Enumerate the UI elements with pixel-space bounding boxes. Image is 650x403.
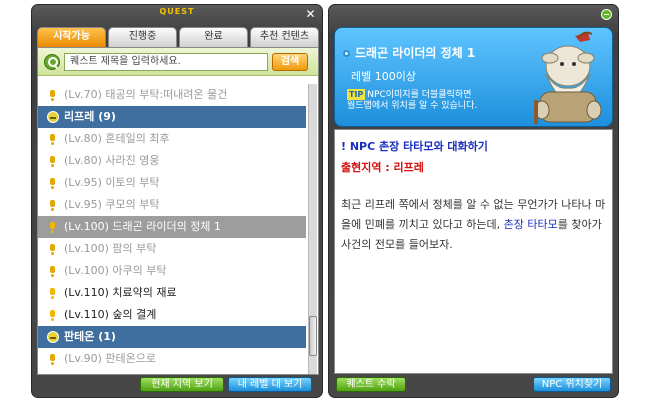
tip-badge: TIP <box>347 89 366 100</box>
quest-alert-icon <box>50 200 55 211</box>
level-requirement: 레벨 100이상 <box>351 70 416 83</box>
list-item[interactable]: (Lv.70) 태공의 부탁:떠내려온 물건 <box>38 84 306 106</box>
list-item[interactable]: (Lv.80) 혼테일의 최후 <box>38 128 306 150</box>
area-header[interactable]: 리프레 (9) <box>38 106 306 128</box>
list-item[interactable]: (Lv.110) 치료약의 재료 <box>38 282 306 304</box>
tab-in-progress[interactable]: 진행중 <box>108 27 177 47</box>
list-item[interactable]: (Lv.110) 숲의 결계 <box>38 304 306 326</box>
list-item[interactable]: (Lv.95) 이토의 부탁 <box>38 172 306 194</box>
my-level-button[interactable]: 내 레벨 대 보기 <box>228 377 312 392</box>
list-item[interactable]: (Lv.95) 쿠모의 부탁 <box>38 194 306 216</box>
quest-alert-icon <box>50 222 55 233</box>
quest-alert-icon <box>50 178 55 189</box>
list-item[interactable]: (Lv.80) 사라진 영웅 <box>38 150 306 172</box>
collapse-icon[interactable] <box>47 111 59 123</box>
search-bar: 퀘스트 제목을 입력하세요. 검색 <box>38 48 318 76</box>
region-info: 출현지역 : 리프레 <box>341 161 424 174</box>
list-item-selected[interactable]: (Lv.100) 드래곤 라이더의 정체 1 <box>38 216 306 238</box>
current-area-button[interactable]: 현재 지역 보기 <box>140 377 224 392</box>
tab-available[interactable]: 시작가능 <box>37 27 106 47</box>
list-item[interactable]: (Lv.100) 아쿠의 부탁 <box>38 260 306 282</box>
quest-detail-content: ! NPC 촌장 타타모와 대화하기 출현지역 : 리프레 최근 리프레 쪽에서… <box>334 129 613 374</box>
scrollbar[interactable] <box>308 84 317 374</box>
minimize-icon[interactable] <box>601 9 612 20</box>
accept-quest-button[interactable]: 퀘스트 수락 <box>336 377 406 392</box>
search-input[interactable]: 퀘스트 제목을 입력하세요. <box>64 53 268 71</box>
tab-completed[interactable]: 완료 <box>179 27 248 47</box>
collapse-icon[interactable] <box>47 331 59 343</box>
list-item[interactable]: (Lv.100) 팜의 부탁 <box>38 238 306 260</box>
quest-alert-icon <box>50 288 55 299</box>
area-header[interactable]: 판테온 (1) <box>38 326 306 348</box>
tab-recommended[interactable]: 추천 컨텐츠 <box>250 27 319 47</box>
quest-list-panel: 퀘스트 제목을 입력하세요. 검색 (Lv.70) 태공의 부탁:떠내려온 물건… <box>37 47 319 375</box>
quest-info-box: 드래곤 라이더의 정체 1 레벨 100이상 TIP NPC이미지를 더블클릭하면… <box>334 27 613 127</box>
quest-alert-icon <box>50 90 55 101</box>
quest-list: (Lv.70) 태공의 부탁:떠내려온 물건 리프레 (9) (Lv.80) 혼… <box>38 84 306 370</box>
quest-tabs: 시작가능 진행중 완료 추천 컨텐츠 <box>37 27 319 47</box>
scrollbar-thumb[interactable] <box>309 316 317 356</box>
quest-alert-icon <box>50 266 55 277</box>
quest-description: 최근 리프레 쪽에서 정체를 알 수 없는 무언가가 나타나 마을에 민폐를 끼… <box>341 198 606 251</box>
search-button[interactable]: 검색 <box>272 53 308 71</box>
window-title: QUEST <box>159 7 195 16</box>
npc-portrait[interactable] <box>520 30 610 126</box>
npc-location-button[interactable]: NPC 위치찾기 <box>533 377 611 392</box>
npc-link[interactable]: 촌장 타타모 <box>504 218 558 231</box>
list-item[interactable]: (Lv.90) 판테온으로 <box>38 348 306 370</box>
tip-text: TIP NPC이미지를 더블클릭하면 월드맵에서 위치를 알 수 있습니다. <box>347 89 478 111</box>
close-icon[interactable]: ✕ <box>304 8 317 21</box>
bullet-icon <box>343 50 350 57</box>
quest-alert-icon <box>50 156 55 167</box>
quest-detail-window: 드래곤 라이더의 정체 1 레벨 100이상 TIP NPC이미지를 더블클릭하면… <box>328 4 619 398</box>
quest-list-window: QUEST ✕ 시작가능 진행중 완료 추천 컨텐츠 퀘스트 제목을 입력하세요… <box>31 4 323 398</box>
quest-alert-icon <box>50 310 55 321</box>
search-icon <box>44 54 60 70</box>
quest-alert-icon <box>50 244 55 255</box>
npc-objective: ! NPC 촌장 타타모와 대화하기 <box>341 140 488 153</box>
quest-alert-icon <box>50 354 55 365</box>
quest-title: 드래곤 라이더의 정체 1 <box>355 46 476 60</box>
quest-alert-icon <box>50 134 55 145</box>
